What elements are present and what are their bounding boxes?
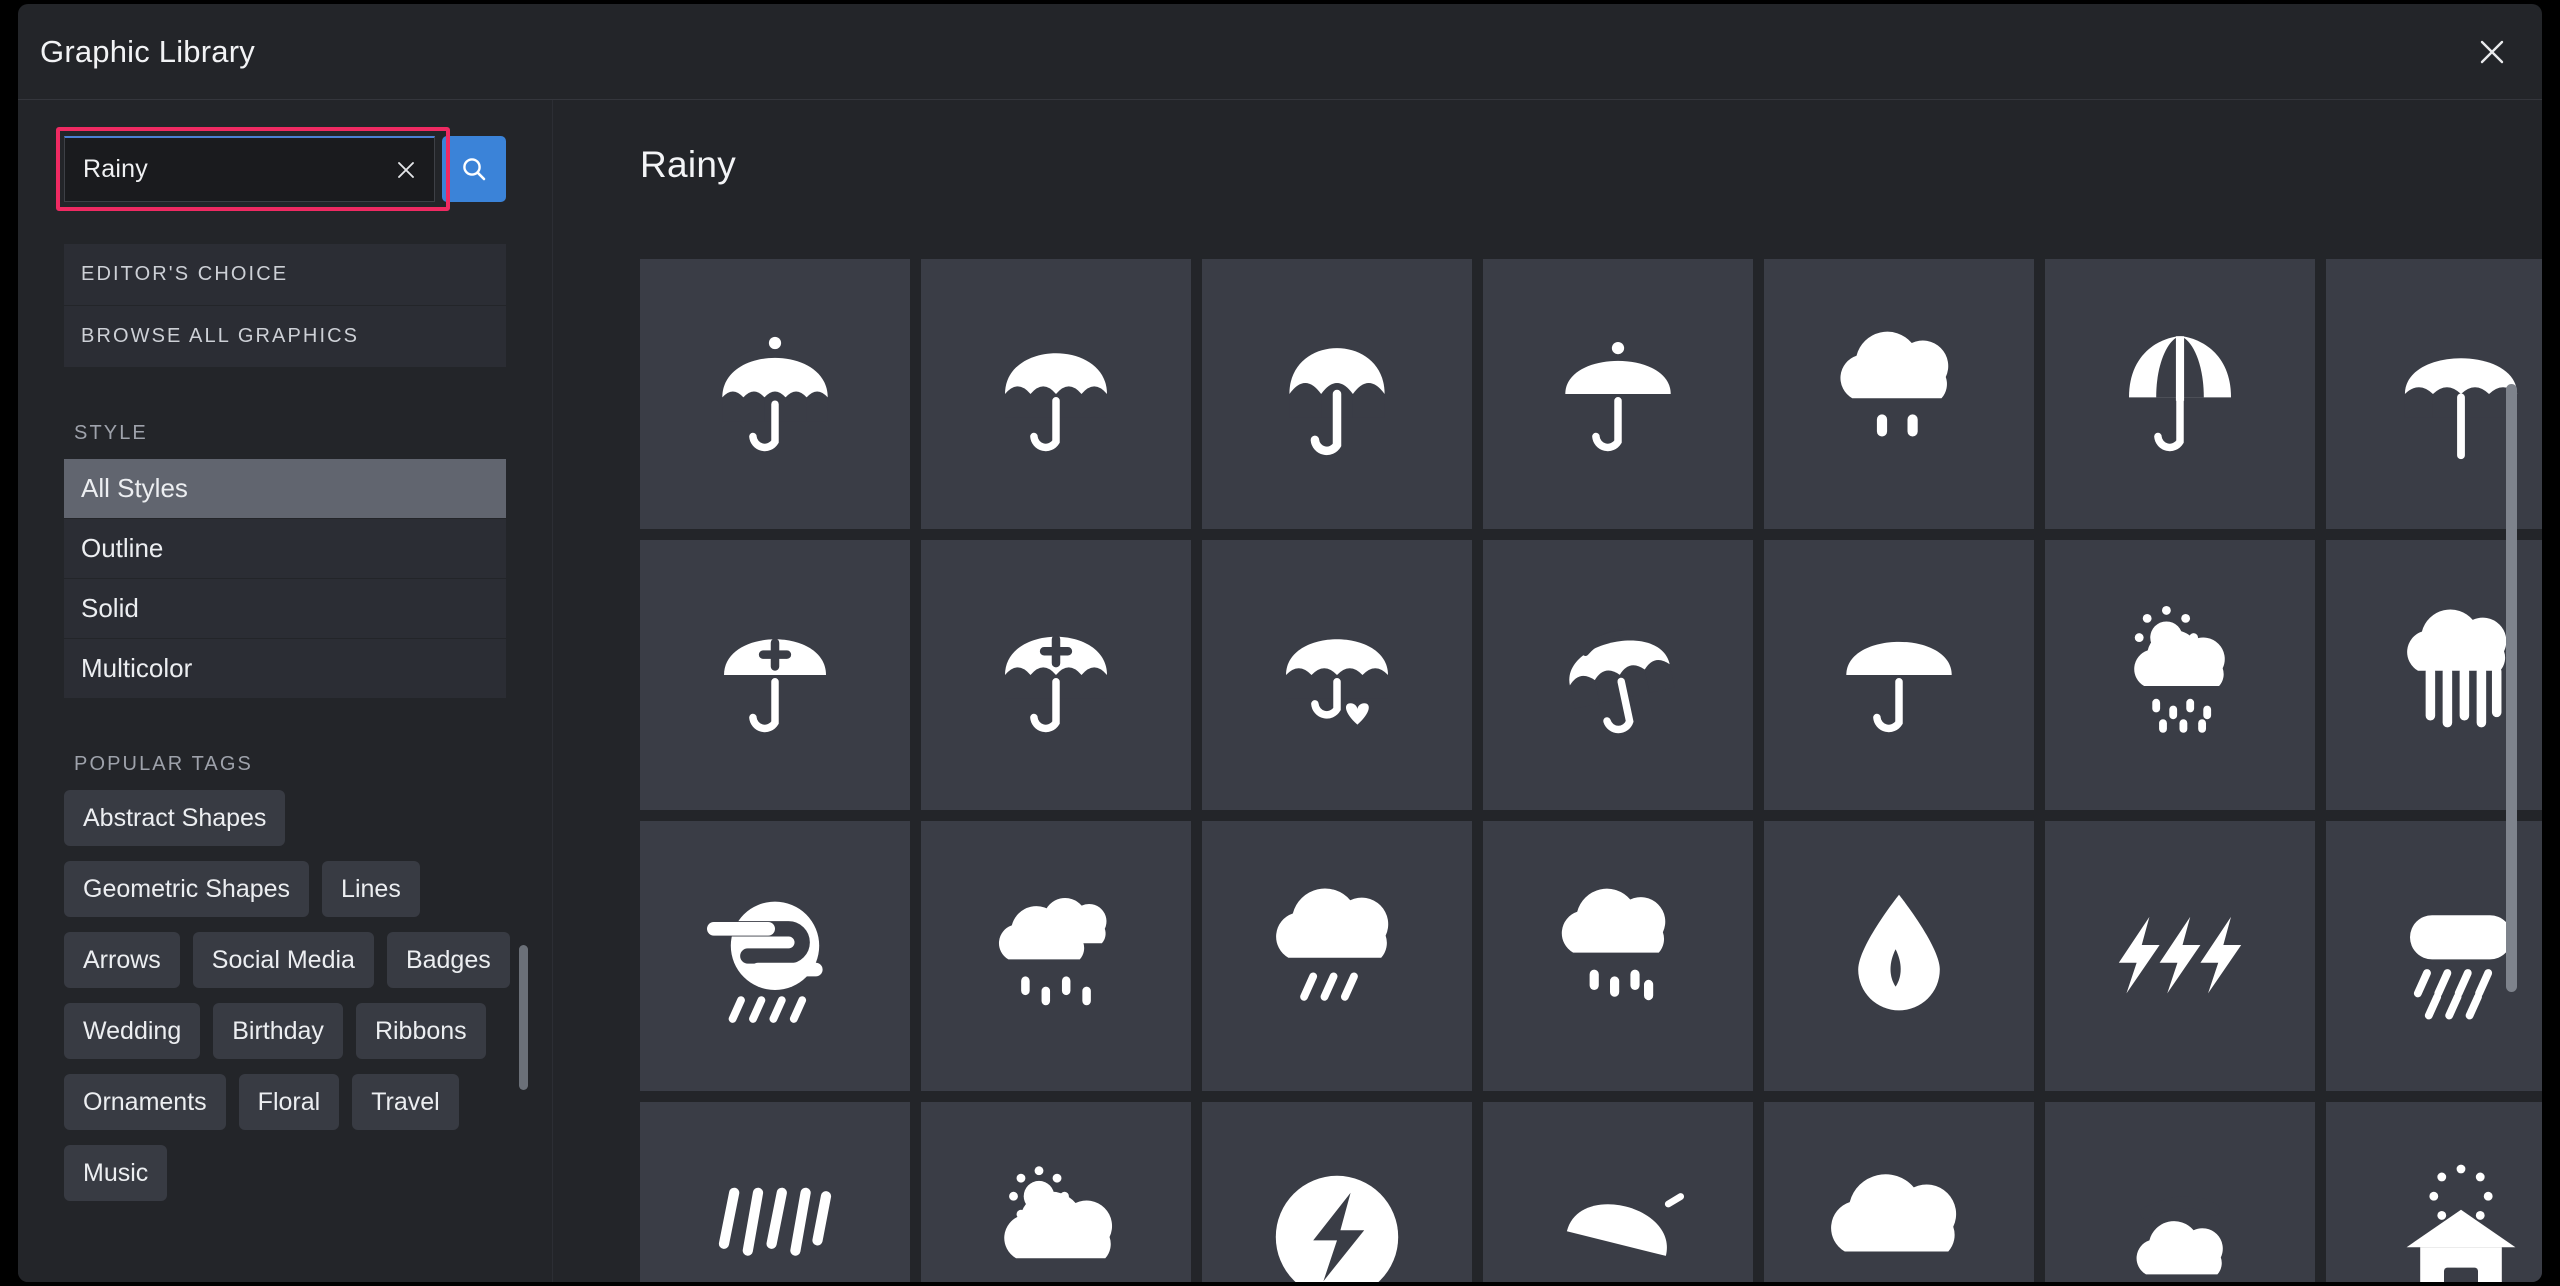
tags-section-heading: POPULAR TAGS xyxy=(74,753,253,775)
tag-label: Badges xyxy=(405,945,491,974)
search-bar: Rainy xyxy=(56,127,506,211)
sidebar-item-label: BROWSE ALL GRAPHICS xyxy=(81,325,360,347)
dialog-titlebar: Graphic Library xyxy=(18,4,2542,100)
cloud-lightning-icon[interactable] xyxy=(1202,1102,1472,1282)
tag-label: Lines xyxy=(341,874,401,903)
style-filter-list: All Styles Outline Solid Multicolor xyxy=(64,459,506,699)
wind-rain-icon[interactable] xyxy=(640,821,910,1091)
umbrella-dome-icon[interactable] xyxy=(1483,259,1753,529)
style-option-solid[interactable]: Solid xyxy=(64,579,506,639)
results-scrollbar-track[interactable] xyxy=(2506,384,2517,1282)
tag-chip[interactable]: Arrows xyxy=(64,932,180,988)
tag-chip[interactable]: Travel xyxy=(352,1074,459,1130)
cloud-drizzle-icon[interactable] xyxy=(1202,821,1472,1091)
water-droplet-icon[interactable] xyxy=(1764,821,2034,1091)
tag-chip[interactable]: Wedding xyxy=(64,1003,201,1059)
style-option-all-styles[interactable]: All Styles xyxy=(64,459,506,519)
close-icon[interactable] xyxy=(2470,30,2514,74)
umbrella-tilted-closed-icon[interactable] xyxy=(1483,1102,1753,1282)
style-option-label: Solid xyxy=(81,593,139,623)
results-scrollbar-thumb[interactable] xyxy=(2506,384,2517,992)
tag-chip[interactable]: Music xyxy=(64,1145,168,1201)
umbrella-closed-panels-icon[interactable] xyxy=(2045,259,2315,529)
sidebar-scrollbar[interactable] xyxy=(519,945,528,1090)
wind-cloud-icon[interactable] xyxy=(2045,1102,2315,1282)
sidebar-item-label: EDITOR'S CHOICE xyxy=(81,263,289,285)
graphic-results-grid xyxy=(640,259,2542,1282)
cloud-shower-icon[interactable] xyxy=(1483,821,1753,1091)
tag-label: Wedding xyxy=(83,1016,182,1045)
style-option-label: Outline xyxy=(81,533,164,563)
tag-chip[interactable]: Geometric Shapes xyxy=(64,861,310,917)
rain-streaks-icon[interactable] xyxy=(640,1102,910,1282)
style-option-label: All Styles xyxy=(81,473,188,503)
sidebar-item-browse-all-graphics[interactable]: BROWSE ALL GRAPHICS xyxy=(64,306,506,368)
sidebar-item-editors-choice[interactable]: EDITOR'S CHOICE xyxy=(64,244,506,306)
page-title: Graphic Library xyxy=(40,33,255,69)
tag-label: Birthday xyxy=(232,1016,324,1045)
tag-chip[interactable]: Ornaments xyxy=(64,1074,226,1130)
style-section-heading: STYLE xyxy=(74,422,148,444)
umbrella-heart-icon[interactable] xyxy=(1202,540,1472,810)
sidebar: Rainy EDITOR'S CHOICE BROWSE ALL GRAPHIC… xyxy=(18,100,553,1282)
style-option-outline[interactable]: Outline xyxy=(64,519,506,579)
lightning-bolts-icon[interactable] xyxy=(2045,821,2315,1091)
sun-cloud-icon[interactable] xyxy=(921,1102,1191,1282)
tag-chip[interactable]: Ribbons xyxy=(355,1003,486,1059)
style-option-label: Multicolor xyxy=(81,653,193,683)
popular-tags-list: Abstract Shapes Geometric Shapes Lines A… xyxy=(64,790,514,1201)
tag-label: Music xyxy=(83,1158,149,1187)
clouds-rain-icon[interactable] xyxy=(921,821,1191,1091)
style-option-multicolor[interactable]: Multicolor xyxy=(64,639,506,699)
tag-chip[interactable]: Social Media xyxy=(192,932,374,988)
graphic-library-dialog: Graphic Library Rainy EDITOR'S CHOICE BR… xyxy=(18,4,2542,1282)
tag-chip[interactable]: Floral xyxy=(238,1074,340,1130)
tag-chip[interactable]: Badges xyxy=(386,932,510,988)
results-heading: Rainy xyxy=(640,144,737,185)
tag-label: Ribbons xyxy=(374,1016,467,1045)
search-input[interactable]: Rainy xyxy=(64,136,436,202)
umbrella-plus-icon[interactable] xyxy=(640,540,910,810)
tag-chip[interactable]: Lines xyxy=(322,861,420,917)
sun-cloud-rain-icon[interactable] xyxy=(2045,540,2315,810)
tag-label: Travel xyxy=(371,1087,440,1116)
umbrella-dome-plain-icon[interactable] xyxy=(1764,540,2034,810)
tag-label: Ornaments xyxy=(83,1087,207,1116)
tag-label: Floral xyxy=(257,1087,321,1116)
cloud-plain-icon[interactable] xyxy=(1764,1102,2034,1282)
sidebar-nav-list: EDITOR'S CHOICE BROWSE ALL GRAPHICS xyxy=(64,244,506,368)
tag-label: Abstract Shapes xyxy=(83,803,267,832)
tag-label: Geometric Shapes xyxy=(83,874,291,903)
umbrella-open-icon[interactable] xyxy=(921,259,1191,529)
cloud-rain-icon[interactable] xyxy=(1764,259,2034,529)
tag-chip[interactable]: Abstract Shapes xyxy=(64,790,286,846)
tag-label: Arrows xyxy=(83,945,161,974)
umbrella-open-scalloped-icon[interactable] xyxy=(640,259,910,529)
tag-chip[interactable]: Birthday xyxy=(213,1003,343,1059)
search-button[interactable] xyxy=(442,136,506,202)
umbrella-plus-scallop-icon[interactable] xyxy=(921,540,1191,810)
search-input-value: Rainy xyxy=(83,155,148,183)
results-panel: Rainy xyxy=(553,100,2542,1282)
tag-label: Social Media xyxy=(211,945,355,974)
umbrella-tilted-icon[interactable] xyxy=(1483,540,1753,810)
clear-icon[interactable] xyxy=(390,154,422,186)
umbrella-tall-icon[interactable] xyxy=(1202,259,1472,529)
